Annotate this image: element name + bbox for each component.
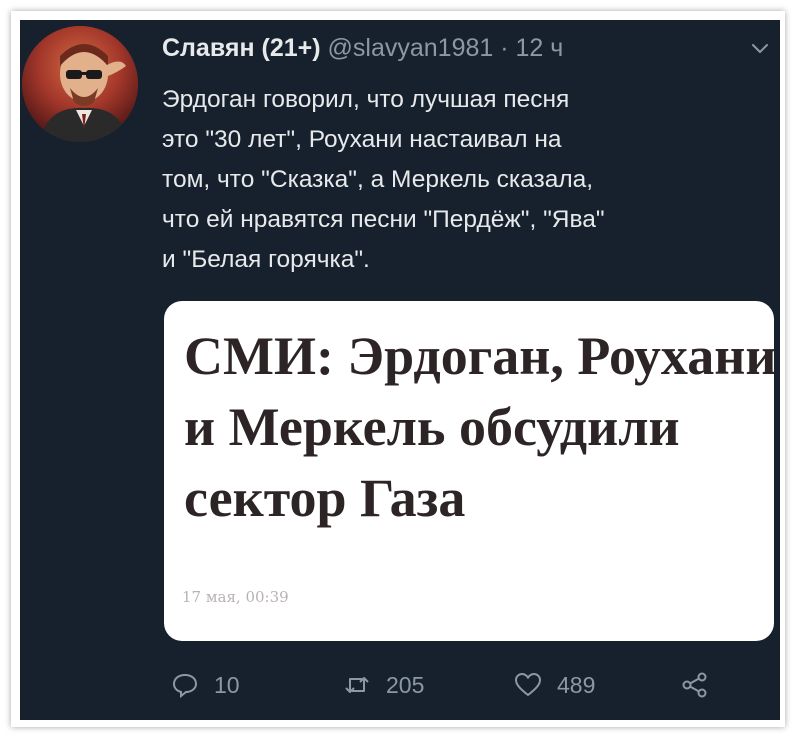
headline-line: и Меркель обсудили [184, 397, 680, 457]
reply-count: 10 [214, 671, 240, 698]
headline-line: СМИ: Эрдоган, Роухани [184, 326, 774, 386]
tweet-text-line: это "30 лет", Роухани настаивал на [162, 126, 562, 153]
tweet-text-line: что ей нравятся песни "Пердёж", "Ява" [162, 206, 605, 233]
reply-icon [172, 673, 198, 699]
share-button[interactable] [680, 670, 710, 700]
share-icon [682, 672, 707, 698]
chevron-down-icon[interactable] [750, 38, 770, 58]
avatar[interactable] [22, 26, 138, 142]
tweet-text-line: том, что "Сказка", а Меркель сказала, [162, 166, 594, 193]
news-date: 17 мая, 00:39 [182, 588, 289, 606]
tweet: Славян (21+) @slavyan1981 · 12 ч Эрдоган… [20, 20, 780, 720]
tweet-text-line: Эрдоган говорил, что лучшая песня [162, 86, 570, 113]
tweet-header: Славян (21+) @slavyan1981 · 12 ч [162, 34, 770, 63]
user-handle[interactable]: @slavyan1981 [328, 34, 494, 62]
avatar-portrait-image [22, 26, 138, 142]
tweet-text-line: и "Белая горячка". [162, 246, 370, 273]
attached-image-card[interactable]: СМИ: Эрдоган, Роухани и Меркель обсудили… [164, 301, 774, 641]
news-headline: СМИ: Эрдоган, Роухани и Меркель обсудили… [184, 321, 774, 534]
like-button[interactable]: 489 [513, 670, 595, 700]
heart-icon [515, 673, 541, 696]
like-count: 489 [557, 671, 596, 698]
tweet-text: Эрдоган говорил, что лучшая песня это "3… [162, 80, 772, 280]
retweet-count: 205 [386, 671, 425, 698]
tweet-actions: 10 205 489 [170, 670, 730, 706]
retweet-icon [345, 677, 369, 693]
retweet-button[interactable]: 205 [342, 670, 424, 700]
reply-button[interactable]: 10 [170, 670, 240, 700]
separator: · [500, 34, 509, 62]
headline-line: сектор Газа [184, 468, 466, 528]
timestamp[interactable]: 12 ч [516, 34, 564, 62]
display-name[interactable]: Славян (21+) [162, 34, 321, 62]
